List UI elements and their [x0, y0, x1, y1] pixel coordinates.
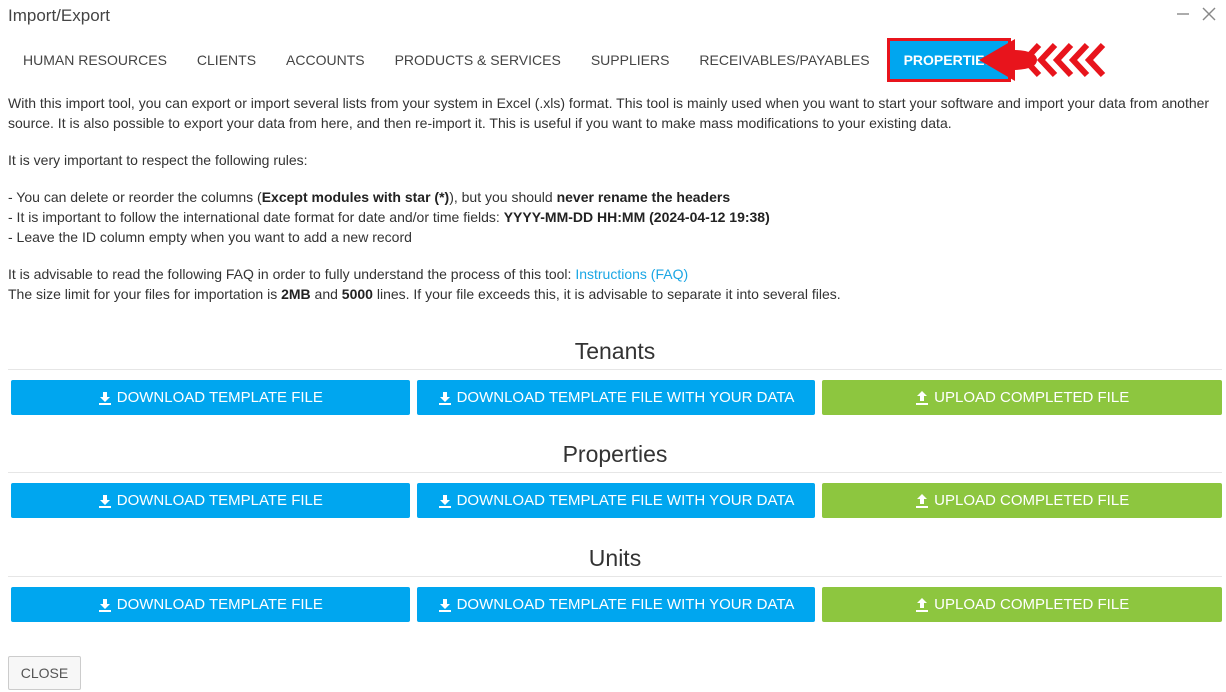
download-icon — [98, 391, 111, 405]
tab-accounts[interactable]: ACCOUNTS — [271, 38, 380, 82]
section-title: Tenants — [8, 336, 1222, 370]
upload-completed-file-button[interactable]: UPLOAD COMPLETED FILE — [822, 483, 1223, 518]
button-label: UPLOAD COMPLETED FILE — [934, 492, 1130, 509]
download-icon — [438, 598, 451, 612]
button-label: DOWNLOAD TEMPLATE FILE — [116, 389, 323, 406]
download-icon — [98, 494, 111, 508]
faq-link[interactable]: Instructions (FAQ) — [575, 266, 688, 282]
close-icon[interactable] — [1200, 4, 1218, 24]
download-template-button[interactable]: DOWNLOAD TEMPLATE FILE — [11, 587, 410, 622]
minimize-icon[interactable] — [1174, 4, 1192, 24]
tab-suppliers[interactable]: SUPPLIERS — [576, 38, 685, 82]
button-label: DOWNLOAD TEMPLATE FILE — [116, 596, 323, 613]
rule-columns: - You can delete or reorder the columns … — [8, 189, 731, 205]
section-title: Units — [8, 543, 1222, 577]
tab-clients[interactable]: CLIENTS — [182, 38, 271, 82]
section-title: Properties — [8, 439, 1222, 473]
download-template-with-data-button[interactable]: DOWNLOAD TEMPLATE FILE WITH YOUR DATA — [416, 380, 816, 415]
download-template-with-data-button[interactable]: DOWNLOAD TEMPLATE FILE WITH YOUR DATA — [416, 483, 816, 518]
upload-completed-file-button[interactable]: UPLOAD COMPLETED FILE — [822, 587, 1223, 622]
intro-paragraph: With this import tool, you can export or… — [8, 95, 1210, 131]
tab-products-services[interactable]: PRODUCTS & SERVICES — [380, 38, 576, 82]
download-icon — [438, 391, 451, 405]
download-icon — [438, 494, 451, 508]
tab-bar: HUMAN RESOURCES CLIENTS ACCOUNTS PRODUCT… — [8, 38, 1011, 82]
button-label: DOWNLOAD TEMPLATE FILE WITH YOUR DATA — [456, 492, 795, 509]
button-label: DOWNLOAD TEMPLATE FILE WITH YOUR DATA — [456, 596, 795, 613]
section-units: Units DOWNLOAD TEMPLATE FILE DOWNLOAD TE… — [8, 543, 1223, 622]
download-template-with-data-button[interactable]: DOWNLOAD TEMPLATE FILE WITH YOUR DATA — [416, 587, 816, 622]
tab-human-resources[interactable]: HUMAN RESOURCES — [8, 38, 182, 82]
size-limit-line: The size limit for your files for import… — [8, 286, 841, 302]
button-label: DOWNLOAD TEMPLATE FILE — [116, 492, 323, 509]
window-title: Import/Export — [8, 6, 111, 25]
window-controls — [1174, 4, 1218, 24]
button-label: DOWNLOAD TEMPLATE FILE WITH YOUR DATA — [456, 389, 795, 406]
download-template-button[interactable]: DOWNLOAD TEMPLATE FILE — [11, 380, 410, 415]
rules-heading: It is very important to respect the foll… — [8, 152, 308, 168]
download-icon — [98, 598, 111, 612]
rule-id-column: - Leave the ID column empty when you wan… — [8, 229, 412, 245]
upload-icon — [916, 390, 929, 405]
button-label: UPLOAD COMPLETED FILE — [934, 389, 1130, 406]
upload-completed-file-button[interactable]: UPLOAD COMPLETED FILE — [822, 380, 1223, 415]
intro-text: With this import tool, you can export or… — [8, 93, 1220, 304]
download-template-button[interactable]: DOWNLOAD TEMPLATE FILE — [11, 483, 410, 518]
upload-icon — [916, 493, 929, 508]
button-label: UPLOAD COMPLETED FILE — [934, 596, 1130, 613]
section-tenants: Tenants DOWNLOAD TEMPLATE FILE DOWNLOAD … — [8, 336, 1223, 415]
close-button[interactable]: CLOSE — [8, 656, 81, 690]
faq-line: It is advisable to read the following FA… — [8, 266, 689, 282]
upload-icon — [916, 597, 929, 612]
tab-receivables-payables[interactable]: RECEIVABLES/PAYABLES — [684, 38, 884, 82]
section-properties: Properties DOWNLOAD TEMPLATE FILE DOWNLO… — [8, 439, 1223, 518]
pointer-arrow-icon — [979, 39, 1106, 81]
rule-date-format: - It is important to follow the internat… — [8, 209, 770, 225]
window-titlebar: Import/Export — [0, 0, 1226, 32]
